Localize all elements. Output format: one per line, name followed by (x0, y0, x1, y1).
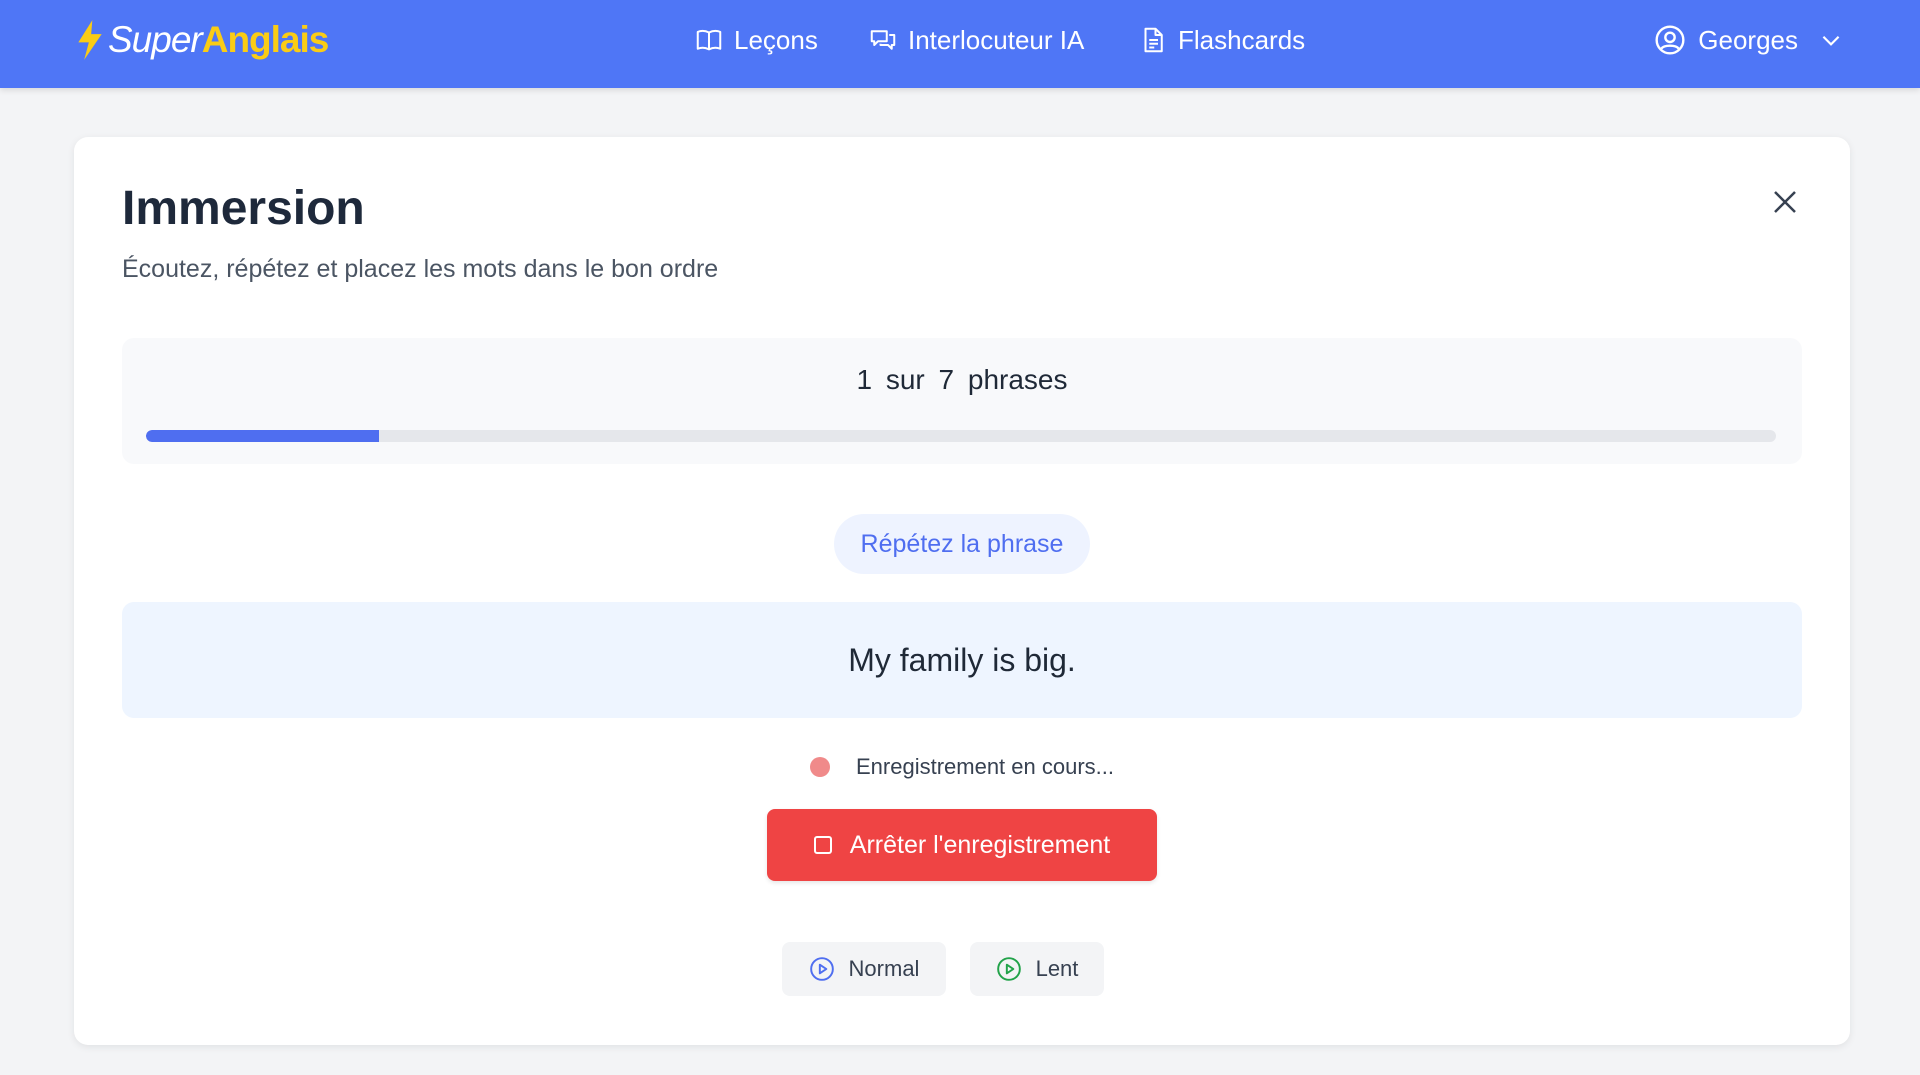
book-icon (696, 30, 722, 51)
play-circle-slow-icon (996, 957, 1021, 981)
sentence-text: My family is big. (848, 641, 1076, 678)
progress-panel: 1 sur 7 phrases (122, 338, 1802, 464)
play-normal-button[interactable]: Normal (782, 942, 946, 996)
nav-label-interlocuteur-ia: Interlocuteur IA (908, 24, 1085, 55)
progress-separator: sur (885, 364, 925, 395)
nav-item-lecons[interactable]: Leçons (694, 18, 818, 62)
document-icon (1144, 27, 1163, 53)
progress-label: 1 sur 7 phrases (122, 364, 1802, 396)
recording-dot-icon (809, 757, 830, 777)
recording-indicator: Enregistrement en cours... (74, 754, 1850, 780)
immersion-card: Immersion Écoutez, répétez et placez les… (74, 137, 1850, 1045)
logo-text-anglais: Anglais (201, 19, 330, 60)
page-title: Immersion (122, 182, 365, 235)
progress-bar-fill (146, 430, 379, 442)
nav-item-interlocuteur-ia[interactable]: Interlocuteur IA (868, 18, 1084, 62)
user-name: Georges (1698, 24, 1798, 55)
page-subtitle: Écoutez, répétez et placez les mots dans… (122, 255, 719, 283)
top-navigation-bar: Super Anglais Leçons Interlocuteur IA Fla… (0, 0, 1920, 88)
user-menu[interactable]: Georges (1654, 18, 1844, 62)
instruction-badge: Répétez la phrase (834, 514, 1090, 574)
stop-recording-button[interactable]: Arrêter l'enregistrement (767, 809, 1157, 881)
progress-unit: phrases (967, 364, 1068, 395)
play-slow-label: Lent (1035, 956, 1079, 981)
progress-total: 7 (938, 364, 955, 395)
play-normal-label: Normal (848, 956, 920, 981)
nav-label-lecons: Leçons (734, 24, 818, 55)
progress-current: 1 (856, 364, 873, 395)
lightning-bolt-icon (78, 20, 102, 60)
play-circle-icon (809, 957, 834, 981)
user-circle-icon (1655, 25, 1685, 55)
nav-label-flashcards: Flashcards (1178, 24, 1306, 55)
play-slow-button[interactable]: Lent (970, 942, 1104, 996)
chat-bubbles-icon (870, 30, 896, 50)
chevron-down-icon (1822, 35, 1840, 46)
close-icon[interactable] (1770, 187, 1800, 217)
nav-item-flashcards[interactable]: Flashcards (1138, 18, 1305, 62)
app-logo[interactable]: Super Anglais (76, 16, 330, 64)
recording-status-text: Enregistrement en cours... (855, 754, 1114, 779)
stop-square-icon (813, 836, 832, 854)
sentence-display: My family is big. (122, 602, 1802, 718)
logo-text-super: Super (108, 19, 203, 60)
progress-bar (146, 430, 1776, 442)
stop-recording-label: Arrêter l'enregistrement (849, 830, 1111, 859)
